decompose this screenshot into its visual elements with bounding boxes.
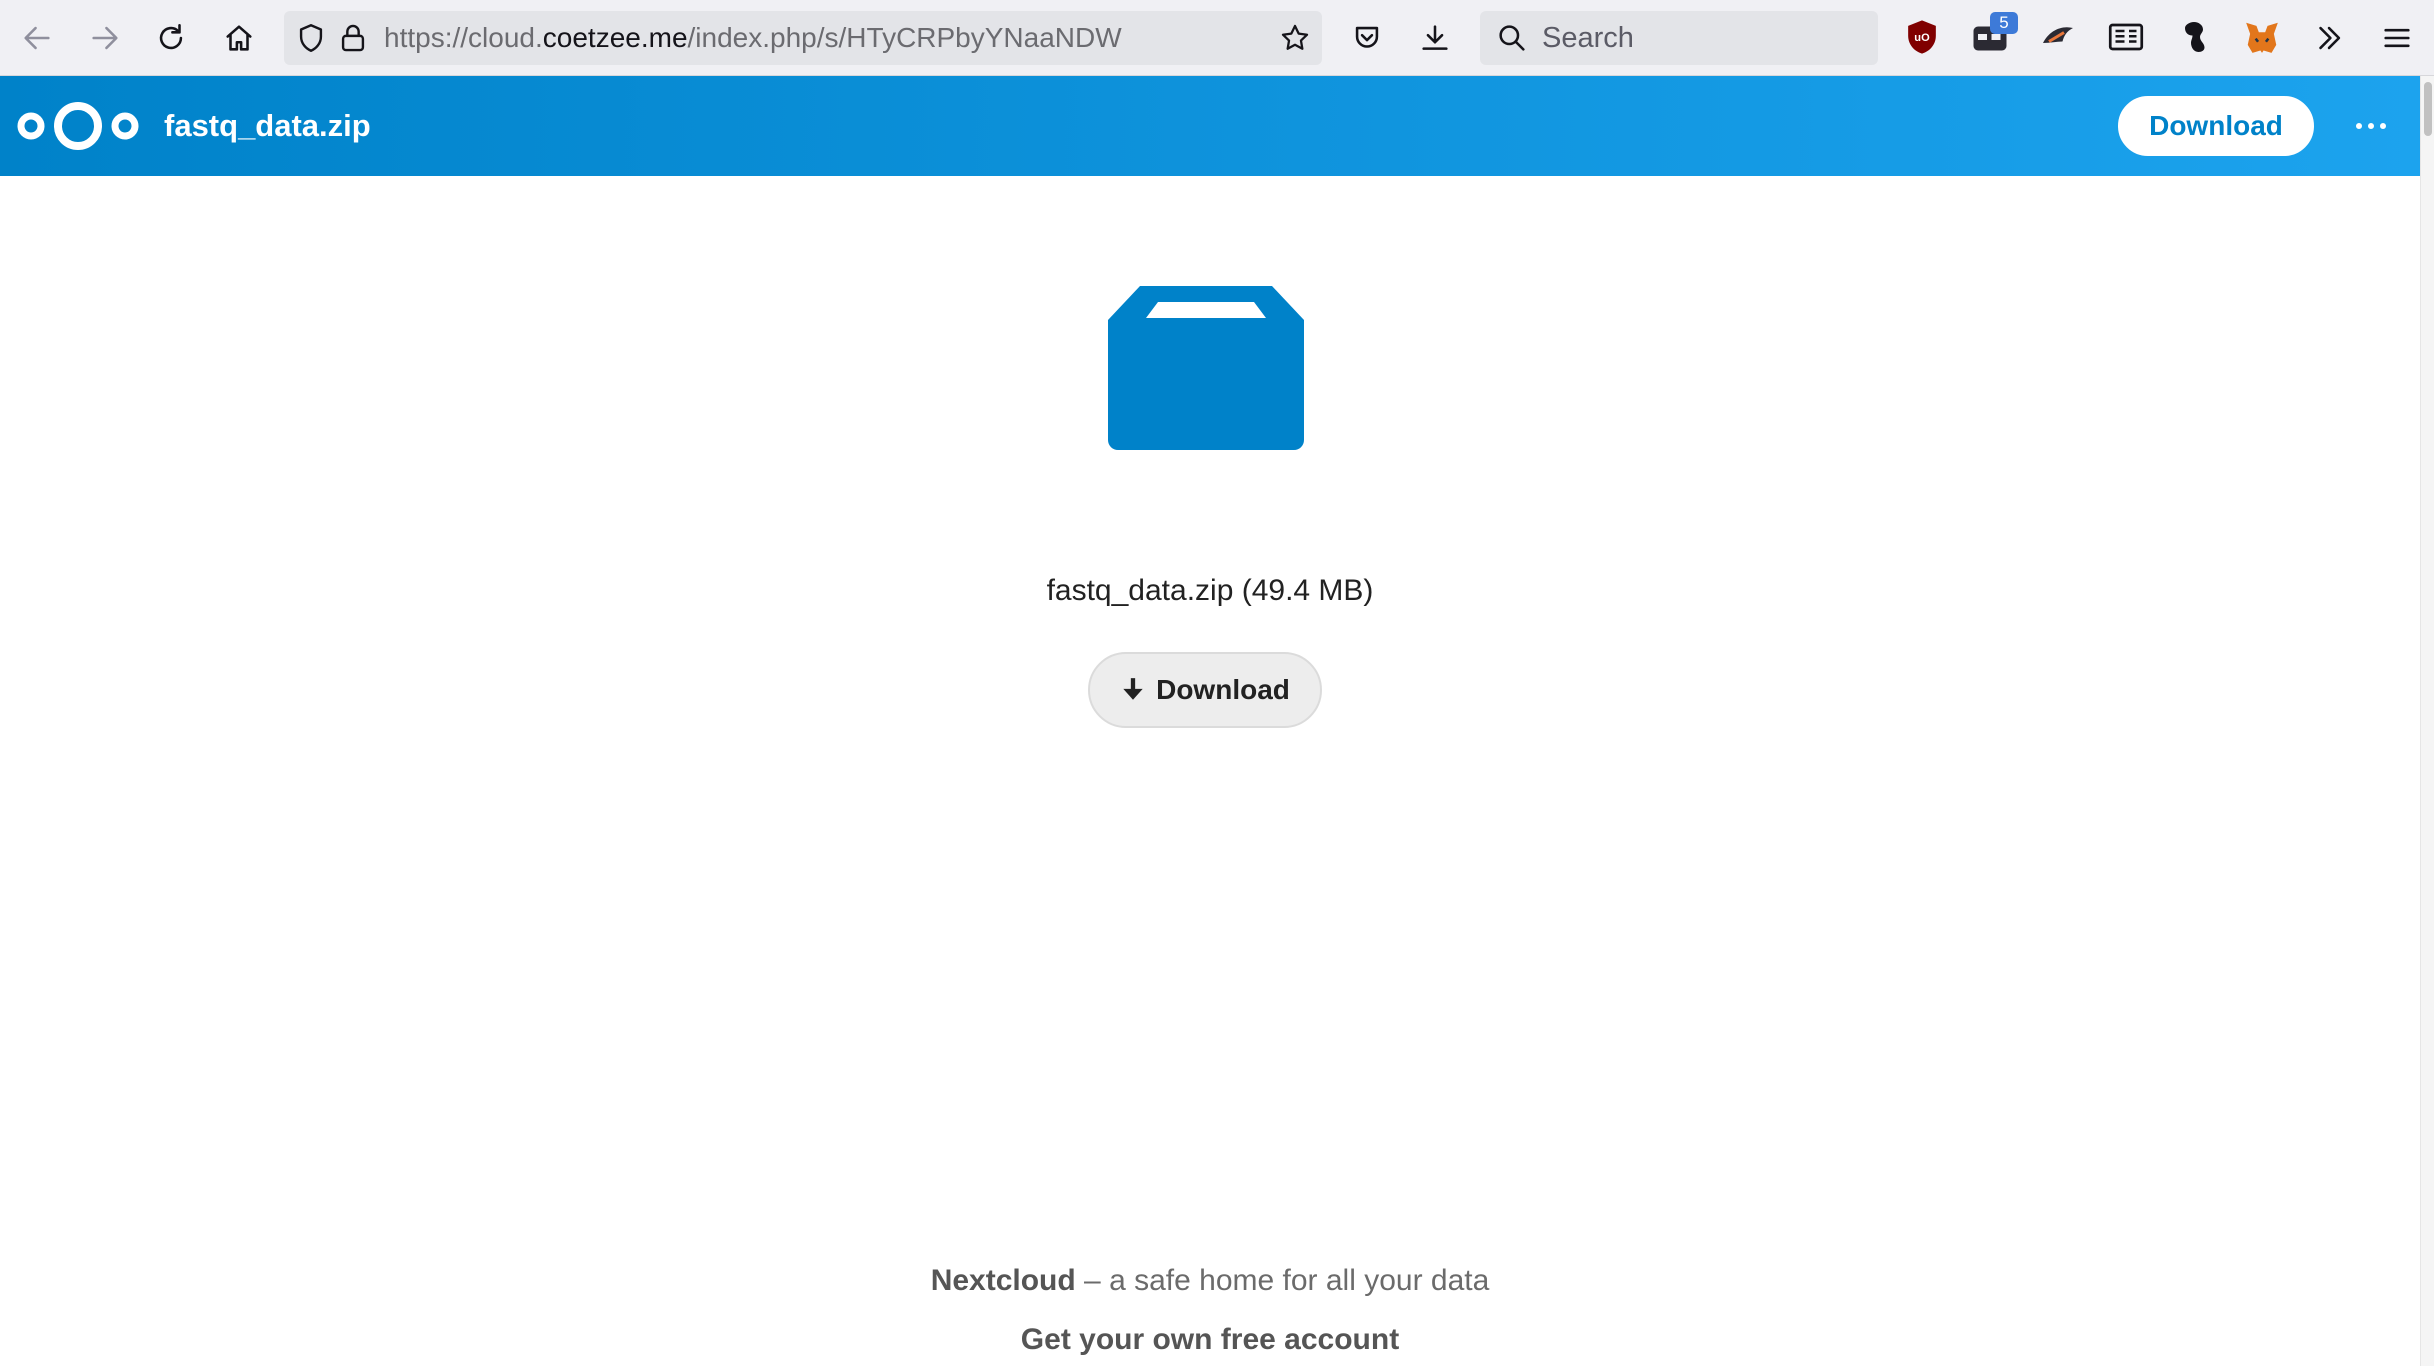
page-scrollbar[interactable] — [2420, 76, 2434, 1366]
nextcloud-logo-icon[interactable] — [16, 98, 140, 154]
header-download-button[interactable]: Download — [2118, 96, 2314, 156]
reader-icon — [2108, 23, 2144, 51]
footer-tagline: Nextcloud – a safe home for all your dat… — [0, 1264, 2420, 1298]
more-dots-icon — [2356, 123, 2386, 129]
browser-toolbar: https://cloud.coetzee.me/index.php/s/HTy… — [0, 0, 2434, 76]
home-icon — [226, 25, 252, 51]
extension-badge: 5 — [1990, 12, 2018, 34]
forward-arrow-icon — [92, 26, 118, 50]
overflow-chevrons-icon — [2319, 26, 2341, 50]
metamask-icon — [2246, 22, 2278, 53]
package-icon — [1108, 286, 1304, 450]
app-menu-button[interactable] — [2372, 13, 2422, 63]
search-icon — [1499, 25, 1525, 51]
url-path: /index.php/s/HTyCRPbyYNaaNDW — [687, 22, 1122, 53]
footer-signup: Get your own free account — [0, 1323, 2420, 1357]
url-host: coetzee.me — [542, 22, 688, 53]
downloads-icon — [1422, 25, 1448, 50]
overflow-menu-button[interactable] — [2304, 13, 2354, 63]
bookmark-star-icon[interactable] — [1278, 21, 1312, 55]
file-name-size: fastq_data.zip (49.4 MB) — [1046, 574, 1374, 607]
extension-icon — [2185, 22, 2205, 52]
signup-link[interactable]: Get your own free account — [1021, 1323, 1399, 1356]
more-actions-button[interactable] — [2344, 100, 2398, 152]
downloads-button[interactable] — [1410, 13, 1460, 63]
reload-icon — [159, 23, 183, 50]
pocket-button[interactable] — [1342, 13, 1392, 63]
pocket-icon — [1355, 26, 1379, 48]
search-placeholder: Search — [1542, 22, 1634, 54]
svg-text:uO: uO — [1914, 32, 1930, 44]
download-button-label: Download — [1156, 674, 1290, 705]
hamburger-menu-icon — [2384, 28, 2410, 48]
reader-button[interactable] — [2106, 17, 2146, 57]
download-button[interactable]: Download — [1088, 652, 1322, 728]
ublock-icon: uO — [1908, 20, 1936, 54]
back-button[interactable] — [12, 13, 62, 63]
download-arrow-icon — [1123, 678, 1143, 700]
url-text[interactable]: https://cloud.coetzee.me/index.php/s/HTy… — [384, 11, 1122, 65]
scrollbar-thumb[interactable] — [2424, 82, 2432, 136]
metamask-button[interactable] — [2242, 17, 2282, 57]
extension-icon — [2043, 27, 2073, 43]
search-box[interactable]: Search — [1480, 11, 1878, 65]
extension-button-2[interactable] — [2038, 17, 2078, 57]
footer-tagline-text: – a safe home for all your data — [1075, 1264, 1490, 1297]
back-arrow-icon — [24, 26, 50, 50]
reload-button[interactable] — [146, 13, 196, 63]
nextcloud-header: fastq_data.zip Download — [0, 76, 2420, 176]
forward-button[interactable] — [80, 13, 130, 63]
ublock-button[interactable]: uO — [1902, 17, 1942, 57]
home-button[interactable] — [214, 13, 264, 63]
shield-icon[interactable] — [294, 21, 328, 55]
address-bar[interactable]: https://cloud.coetzee.me/index.php/s/HTy… — [284, 11, 1322, 65]
url-prefix: https://cloud. — [384, 22, 543, 53]
extension-button-3[interactable] — [2174, 17, 2214, 57]
lock-icon[interactable] — [336, 21, 370, 55]
page-title: fastq_data.zip — [164, 108, 371, 143]
footer-brand-link[interactable]: Nextcloud — [931, 1264, 1076, 1297]
